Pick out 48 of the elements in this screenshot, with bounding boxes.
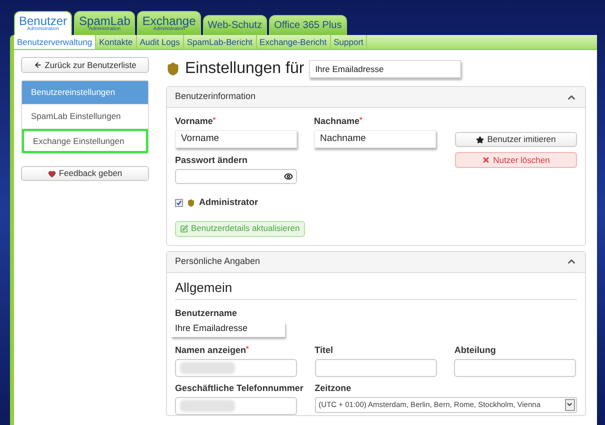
sub-tab[interactable]: Audit Logs xyxy=(136,35,184,49)
panel-title: Benutzerinformation xyxy=(175,90,256,104)
field-label: Namen anzeigen xyxy=(175,344,246,356)
sub-tab[interactable]: Support xyxy=(330,35,368,49)
email-field[interactable]: Ihre Emailadresse xyxy=(309,60,462,78)
impersonate-button[interactable]: Benutzer imitieren xyxy=(455,132,577,147)
field-label: Geschäftliche Telefonnummer xyxy=(175,382,304,394)
main-tab[interactable]: Office 365 Plus xyxy=(269,15,347,35)
text-field[interactable] xyxy=(454,358,576,376)
text-field[interactable] xyxy=(175,396,297,414)
sub-tab[interactable]: SpamLab-Bericht xyxy=(184,35,257,49)
field-label: Passwort ändern xyxy=(175,154,248,166)
shield-icon xyxy=(166,62,180,76)
redacted-bar xyxy=(180,362,235,374)
text-field[interactable] xyxy=(314,358,437,376)
sidebar-item[interactable]: Exchange Einstellungen xyxy=(22,129,148,153)
redacted-bar xyxy=(180,400,235,412)
eye-icon[interactable] xyxy=(284,172,293,181)
sub-tab[interactable]: Benutzerverwaltung xyxy=(14,35,96,49)
delete-button[interactable]: Nutzer löschen xyxy=(455,152,577,168)
password-field[interactable] xyxy=(175,169,297,184)
back-button[interactable]: Zurück zur Benutzerliste xyxy=(21,57,149,73)
page-title: Einstellungen für xyxy=(185,59,304,79)
section-heading: Allgemein xyxy=(175,278,577,300)
star-icon xyxy=(476,136,484,144)
text-field[interactable] xyxy=(175,358,297,376)
text-field[interactable]: Nachname xyxy=(314,130,436,148)
check-icon xyxy=(176,200,182,206)
sub-tab[interactable]: Kontakte xyxy=(96,35,137,49)
field-label: Zeitzone xyxy=(314,382,352,394)
text-field[interactable]: Vorname xyxy=(175,130,297,148)
username-field[interactable]: Ihre Emailadresse xyxy=(171,322,285,336)
edit-icon xyxy=(180,224,188,232)
close-icon xyxy=(482,156,490,164)
heart-icon xyxy=(48,170,56,178)
field-label: Nachname xyxy=(314,115,360,127)
feedback-button[interactable]: Feedback geben xyxy=(21,166,149,181)
field-label: Vorname xyxy=(175,115,213,127)
sub-tab[interactable]: Exchange-Bericht xyxy=(256,35,331,49)
checkbox[interactable] xyxy=(175,198,183,207)
arrow-left-icon xyxy=(34,61,42,69)
field-label: Abteilung xyxy=(454,344,496,356)
main-tab[interactable]: Web-Schutz xyxy=(202,15,268,35)
field-label: Titel xyxy=(314,344,333,356)
shield-icon xyxy=(187,198,195,207)
checkbox-label: Administrator xyxy=(199,196,258,209)
panel-title: Persönliche Angaben xyxy=(175,254,260,268)
field-label: Benutzername xyxy=(175,306,238,318)
